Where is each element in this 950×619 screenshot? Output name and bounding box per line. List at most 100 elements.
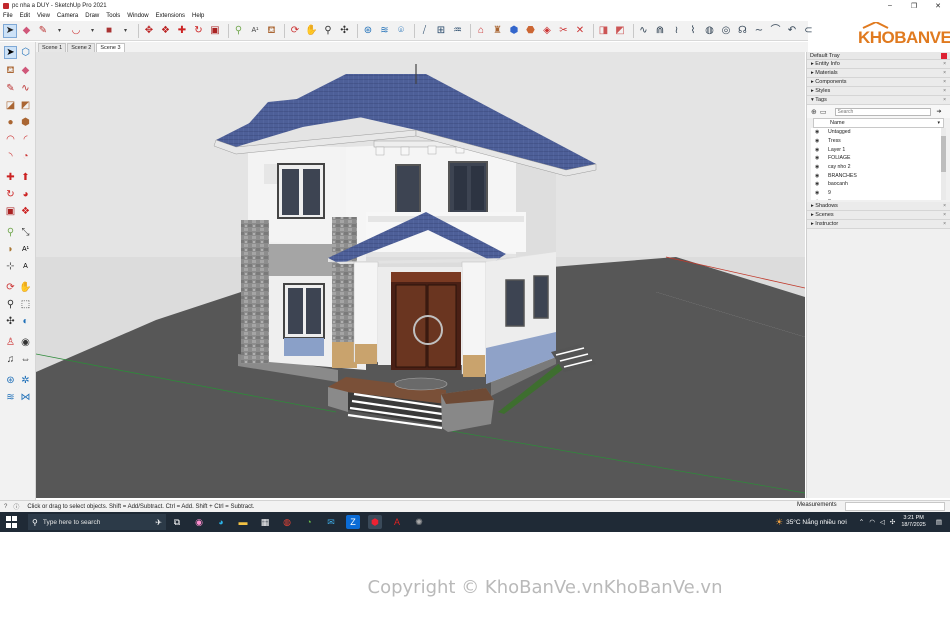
panel-close-icon[interactable]: × — [943, 70, 946, 76]
eye-icon[interactable]: ◉ — [815, 173, 825, 179]
scale-tool-icon[interactable]: ▣ — [4, 205, 17, 218]
panel-styles[interactable]: ▸ Styles × — [807, 87, 950, 96]
offset-tool-icon[interactable]: ❖ — [19, 205, 32, 218]
tag-row[interactable]: ◉ Tress — [811, 137, 946, 146]
info-icon[interactable]: ⓘ — [13, 502, 19, 511]
tab-scene-2[interactable]: Scene 2 — [67, 43, 96, 52]
wifi-icon[interactable]: ◠ — [869, 518, 875, 526]
store-icon[interactable]: ▦ — [258, 515, 272, 529]
section-plane-icon[interactable]: ⇔ — [19, 353, 32, 366]
extension-warehouse-icon[interactable]: ≋ — [378, 24, 392, 38]
dimension-tool-icon[interactable]: ⤡ — [19, 226, 32, 239]
solid-tool-4-icon[interactable]: ⬣ — [524, 24, 538, 38]
pie-tool-icon[interactable]: ◔ — [19, 150, 32, 163]
close-button[interactable]: ✕ — [926, 2, 950, 10]
eye-icon[interactable]: ◉ — [815, 190, 825, 196]
menu-help[interactable]: Help — [192, 13, 204, 19]
maximize-button[interactable]: ❐ — [902, 2, 926, 10]
freehand-tool-icon[interactable]: ∿ — [19, 82, 32, 95]
arc2-tool-icon[interactable]: ◜ — [19, 133, 32, 146]
warehouse-icon[interactable]: ⊛ — [4, 374, 17, 387]
panel-close-icon[interactable]: × — [943, 203, 946, 209]
modeling-viewport[interactable] — [36, 52, 805, 498]
tags-search-input[interactable]: Search — [834, 107, 931, 116]
curve-tool-7-icon[interactable]: ☊ — [736, 24, 750, 38]
curve-tool-6-icon[interactable]: ◎ — [719, 24, 733, 38]
curve-tool-2-icon[interactable]: ⋒ — [653, 24, 667, 38]
curve-tool-10-icon[interactable]: ↶ — [785, 24, 799, 38]
extension-manager-icon[interactable]: ⋈ — [19, 391, 32, 404]
copilot-icon[interactable]: ◉ — [192, 515, 206, 529]
orbit-tool-icon[interactable]: ⟳ — [4, 281, 17, 294]
sandbox-grid-icon[interactable]: ⊞ — [434, 24, 448, 38]
panel-scenes[interactable]: ▸ Scenes × — [807, 211, 950, 220]
clock[interactable]: 3:21 PM 18/7/2025 — [901, 515, 925, 529]
section-display-icon[interactable]: ✕ — [573, 24, 587, 38]
warehouse-icon[interactable]: ⊛ — [361, 24, 375, 38]
zoom-window-icon[interactable]: ⬚ — [19, 298, 32, 311]
menu-view[interactable]: View — [37, 13, 50, 19]
tape-measure-icon[interactable]: ⚲ — [232, 24, 246, 38]
arc-tool-icon[interactable]: ◠ — [4, 133, 17, 146]
zalo-icon[interactable]: Z — [346, 515, 360, 529]
task-view-icon[interactable]: ⧉ — [170, 515, 184, 529]
panel-close-icon[interactable]: × — [943, 79, 946, 85]
line-dropdown-icon[interactable]: ▾ — [53, 24, 67, 38]
eye-icon[interactable]: ◉ — [815, 138, 825, 144]
tag-row[interactable]: ◉ BRANCHES — [811, 171, 946, 180]
previous-view-icon[interactable]: ◐ — [19, 315, 32, 328]
walk-tool-icon[interactable]: ♫ — [4, 353, 17, 366]
follow-me-icon[interactable]: ◕ — [19, 188, 32, 201]
panel-close-icon[interactable]: × — [943, 221, 946, 227]
curve-tool-9-icon[interactable]: ⌒ — [769, 24, 783, 38]
panel-close-icon[interactable]: × — [943, 212, 946, 218]
view-iso-icon[interactable]: ◨ — [597, 24, 611, 38]
curve-tool-3-icon[interactable]: ≀ — [670, 24, 684, 38]
weather-text[interactable]: 35°C Nắng nhiều nơi — [786, 519, 847, 526]
eye-icon[interactable]: ◉ — [815, 181, 825, 187]
curve-tool-4-icon[interactable]: ⌇ — [686, 24, 700, 38]
panel-shadows[interactable]: ▸ Shadows × — [807, 202, 950, 211]
rectangle-tool-icon[interactable]: ■ — [102, 24, 116, 38]
tag-row[interactable]: ◉ FOLIAGE — [811, 154, 946, 163]
rotated-rect-icon[interactable]: ◩ — [19, 99, 32, 112]
push-pull-tool-icon[interactable]: ✥ — [142, 24, 156, 38]
tag-row[interactable]: ◉ cay nho 2 — [811, 163, 946, 172]
select-tool-icon[interactable]: ➤ — [3, 23, 17, 38]
file-explorer-icon[interactable]: ▬ — [236, 515, 250, 529]
language-icon[interactable]: ✣ — [890, 518, 895, 526]
rotate-tool-icon[interactable]: ↻ — [4, 188, 17, 201]
send-to-layout-icon[interactable]: ⌾ — [394, 24, 408, 38]
line-tool-icon[interactable]: ✎ — [4, 82, 17, 95]
tags-scrollbar[interactable] — [941, 128, 946, 200]
panel-instructor[interactable]: ▸ Instructor × — [807, 220, 950, 229]
move-tool-icon[interactable]: ✚ — [4, 171, 17, 184]
pan-tool-icon[interactable]: ✋ — [19, 281, 32, 294]
taskbar-search[interactable]: ⚲ Type here to search ✈ — [28, 514, 166, 530]
paint-bucket-icon[interactable]: ⛾ — [265, 24, 279, 38]
view-top-icon[interactable]: ◩ — [613, 24, 627, 38]
solid-tool-1-icon[interactable]: ⌂ — [474, 24, 488, 38]
menu-edit[interactable]: Edit — [20, 13, 30, 19]
menu-file[interactable]: File — [3, 13, 13, 19]
menu-tools[interactable]: Tools — [106, 13, 120, 19]
move-tool-icon[interactable]: ✚ — [175, 24, 189, 38]
extension-warehouse-icon[interactable]: ✲ — [19, 374, 32, 387]
volume-icon[interactable]: ◁ — [880, 518, 885, 526]
zoom-tool-icon[interactable]: ⚲ — [321, 24, 335, 38]
axes-tool-icon[interactable]: ⊹ — [4, 260, 17, 273]
paint-tool-icon[interactable]: ⛾ — [4, 64, 17, 77]
mail-icon[interactable]: ✉ — [324, 515, 338, 529]
shape-dropdown-icon[interactable]: ▾ — [119, 24, 133, 38]
circle-tool-icon[interactable]: ● — [4, 116, 17, 129]
line-tool-icon[interactable]: ✎ — [36, 24, 50, 38]
tag-row[interactable]: ◉ 9 — [811, 189, 946, 198]
chrome-icon[interactable]: ◍ — [280, 515, 294, 529]
pan-tool-icon[interactable]: ✋ — [305, 24, 319, 38]
select-tool-icon[interactable]: ➤ — [4, 46, 17, 59]
arc-tool-icon[interactable]: ◡ — [69, 24, 83, 38]
arc-dropdown-icon[interactable]: ▾ — [86, 24, 100, 38]
panel-components[interactable]: ▸ Components × — [807, 78, 950, 87]
curve-tool-5-icon[interactable]: ◍ — [703, 24, 717, 38]
app-extra-icon[interactable]: ✺ — [412, 515, 426, 529]
